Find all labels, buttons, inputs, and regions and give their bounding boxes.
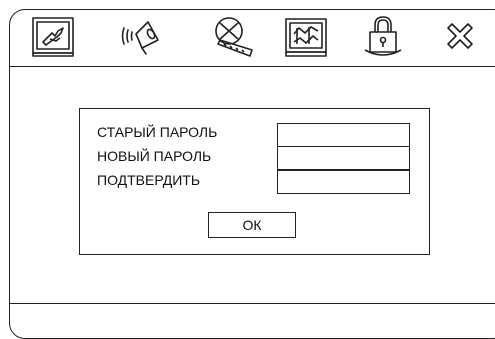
password-lock-icon[interactable] <box>360 14 406 60</box>
confirm-password-field[interactable] <box>277 170 410 194</box>
exit-icon[interactable] <box>438 14 484 60</box>
system-setup-icon[interactable] <box>30 14 76 60</box>
toolbar-divider <box>10 66 495 67</box>
new-password-field[interactable] <box>277 146 410 170</box>
ok-button[interactable]: ОК <box>208 212 296 238</box>
preference-setup-icon[interactable] <box>283 14 329 60</box>
video-setup-icon[interactable] <box>208 14 254 60</box>
audio-setup-icon[interactable] <box>118 14 164 60</box>
confirm-password-label: ПОДТВЕРДИТЬ <box>97 172 201 188</box>
new-password-label: НОВЫЙ ПАРОЛЬ <box>97 148 212 164</box>
status-bar-divider <box>10 303 495 304</box>
old-password-field[interactable] <box>277 123 410 147</box>
old-password-label: СТАРЫЙ ПАРОЛЬ <box>97 124 218 140</box>
